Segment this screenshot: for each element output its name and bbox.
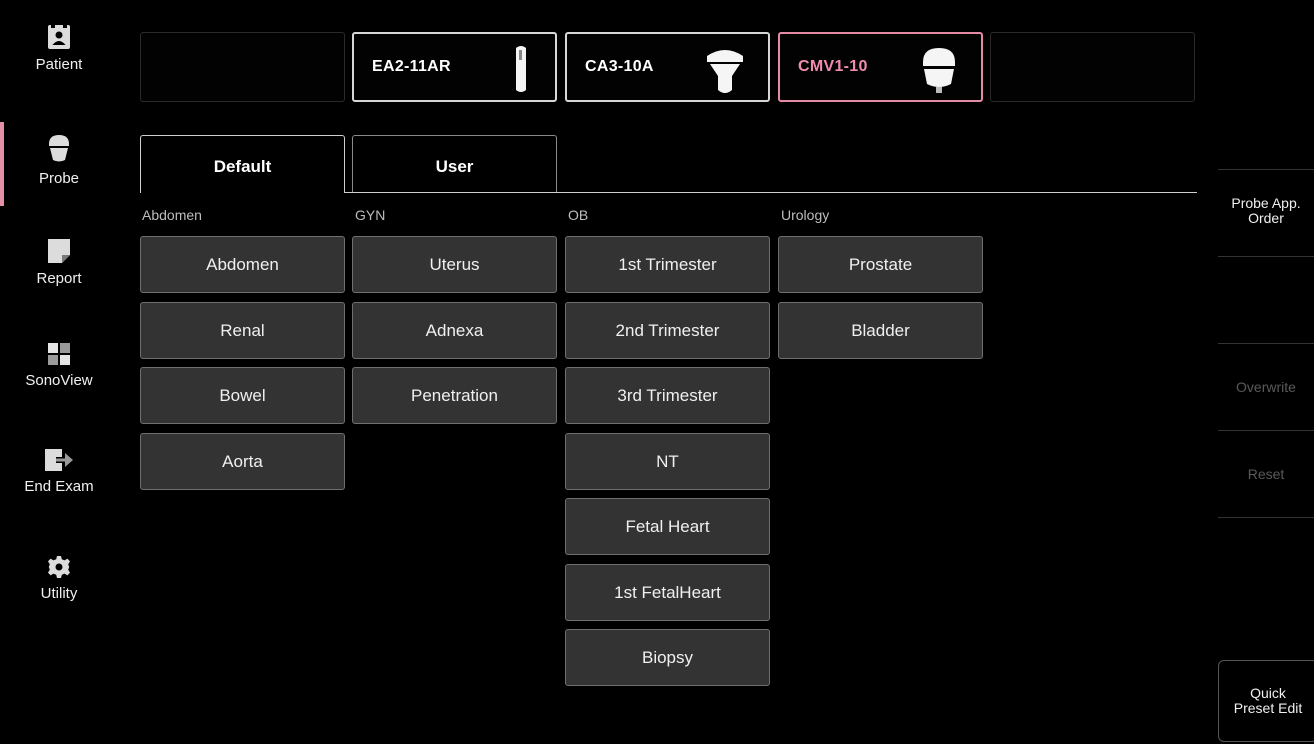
sonoview-icon bbox=[48, 343, 70, 365]
preset-button-abdomen[interactable]: Abdomen bbox=[140, 236, 345, 293]
probe-ea2-11ar-icon bbox=[516, 46, 526, 92]
probe-name: EA2-11AR bbox=[372, 58, 451, 75]
preset-button-uterus[interactable]: Uterus bbox=[352, 236, 557, 293]
right-panel-divider bbox=[1218, 169, 1314, 170]
preset-button-penetration[interactable]: Penetration bbox=[352, 367, 557, 424]
preset-button-bladder[interactable]: Bladder bbox=[778, 302, 983, 359]
nav-label-sonoview: SonoView bbox=[25, 372, 93, 389]
preset-button-nt[interactable]: NT bbox=[565, 433, 770, 490]
gear-icon bbox=[48, 556, 70, 578]
preset-button-fetal-heart[interactable]: Fetal Heart bbox=[565, 498, 770, 555]
probe-app-order-label-line1: Probe App. bbox=[1231, 195, 1301, 211]
nav-label-patient: Patient bbox=[35, 56, 83, 73]
overwrite-button[interactable]: Overwrite bbox=[1218, 380, 1314, 395]
preset-button-bowel[interactable]: Bowel bbox=[140, 367, 345, 424]
probe-ca3-10a-icon bbox=[707, 50, 743, 93]
category-label-gyn: GYN bbox=[355, 207, 386, 223]
preset-button-aorta[interactable]: Aorta bbox=[140, 433, 345, 490]
quick-preset-edit-label-line1: Quick bbox=[1250, 685, 1286, 701]
right-panel-divider bbox=[1218, 256, 1314, 257]
probe-name: CA3-10A bbox=[585, 58, 654, 75]
preset-button-1st-fetalheart[interactable]: 1st FetalHeart bbox=[565, 564, 770, 621]
preset-button-prostate[interactable]: Prostate bbox=[778, 236, 983, 293]
nav-label-utility: Utility bbox=[40, 585, 78, 602]
nav-item-sonoview[interactable]: SonoView bbox=[0, 342, 118, 389]
nav-label-end-exam: End Exam bbox=[24, 478, 94, 495]
preset-button-3rd-trimester[interactable]: 3rd Trimester bbox=[565, 367, 770, 424]
left-nav: Patient Probe Report SonoView End Exam U… bbox=[0, 0, 124, 744]
patient-icon bbox=[48, 25, 70, 49]
probe-preset-screen: Patient Probe Report SonoView End Exam U… bbox=[0, 0, 1314, 744]
category-label-abdomen: Abdomen bbox=[142, 207, 202, 223]
preset-button-1st-trimester[interactable]: 1st Trimester bbox=[565, 236, 770, 293]
probe-name: CMV1-10 bbox=[798, 58, 868, 75]
tab-default[interactable]: Default bbox=[140, 135, 345, 193]
reset-button[interactable]: Reset bbox=[1218, 467, 1314, 482]
preset-button-renal[interactable]: Renal bbox=[140, 302, 345, 359]
right-panel-divider bbox=[1218, 343, 1314, 344]
probe-slot-empty-2[interactable] bbox=[990, 32, 1195, 102]
tab-divider bbox=[345, 192, 1197, 193]
tab-user[interactable]: User bbox=[352, 135, 557, 192]
nav-label-report: Report bbox=[36, 270, 82, 287]
right-panel-divider bbox=[1218, 430, 1314, 431]
right-panel-divider bbox=[1218, 517, 1314, 518]
nav-item-patient[interactable]: Patient bbox=[0, 24, 118, 73]
probe-slot-ca3-10a[interactable]: CA3-10A bbox=[565, 32, 770, 102]
preset-button-2nd-trimester[interactable]: 2nd Trimester bbox=[565, 302, 770, 359]
nav-item-utility[interactable]: Utility bbox=[0, 555, 118, 602]
nav-item-end-exam[interactable]: End Exam bbox=[0, 448, 118, 495]
probe-cmv1-10-icon bbox=[923, 48, 955, 93]
preset-button-adnexa[interactable]: Adnexa bbox=[352, 302, 557, 359]
end-exam-icon bbox=[45, 449, 73, 471]
preset-button-biopsy[interactable]: Biopsy bbox=[565, 629, 770, 686]
probe-slot-cmv1-10[interactable]: CMV1-10 bbox=[778, 32, 983, 102]
probe-slot-empty-1[interactable] bbox=[140, 32, 345, 102]
probe-icon bbox=[49, 135, 69, 162]
report-icon bbox=[48, 239, 70, 263]
probe-slot-ea2-11ar[interactable]: EA2-11AR bbox=[352, 32, 557, 102]
category-label-ob: OB bbox=[568, 207, 589, 223]
nav-item-probe[interactable]: Probe bbox=[0, 122, 118, 206]
quick-preset-edit-label-line2: Preset Edit bbox=[1233, 700, 1303, 716]
nav-label-probe: Probe bbox=[38, 170, 80, 187]
category-label-urology: Urology bbox=[781, 207, 830, 223]
probe-app-order-label-line2: Order bbox=[1248, 210, 1284, 226]
quick-preset-edit-button[interactable]: Quick Preset Edit bbox=[1218, 660, 1314, 742]
probe-app-order-button[interactable]: Probe App. Order bbox=[1218, 196, 1314, 226]
nav-item-report[interactable]: Report bbox=[0, 238, 118, 287]
